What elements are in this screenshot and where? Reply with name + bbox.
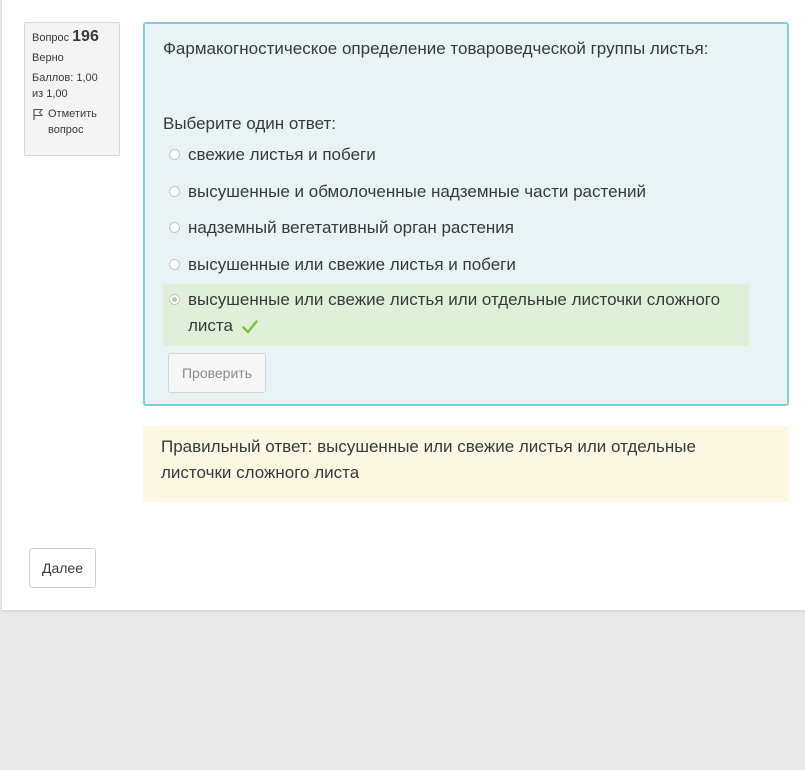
- right-answer-feedback: Правильный ответ: высушенные или свежие …: [143, 426, 789, 502]
- check-icon: [242, 316, 258, 342]
- answer-option-text: высушенные или свежие листья или отдельн…: [188, 287, 749, 342]
- answer-option[interactable]: надземный вегетативный орган растения: [163, 215, 749, 241]
- flag-question-label: Отметить вопрос: [48, 108, 97, 136]
- answer-option-label: надземный вегетативный орган растения: [188, 218, 515, 237]
- answer-option-label: свежие листья и побеги: [188, 145, 376, 164]
- answer-option[interactable]: свежие листья и побеги: [163, 142, 749, 168]
- flag-icon: [32, 106, 44, 126]
- next-button[interactable]: Далее: [29, 548, 96, 588]
- question-number-row: Вопрос 196: [32, 29, 112, 46]
- answer-option[interactable]: высушенные и обмолоченные надземные част…: [163, 179, 749, 205]
- answer-option-label: высушенные или свежие листья или отдельн…: [188, 290, 721, 335]
- answer-option[interactable]: высушенные или свежие листья и побеги: [163, 252, 749, 278]
- radio-button[interactable]: [169, 186, 180, 197]
- question-label: Вопрос: [32, 32, 70, 44]
- radio-button[interactable]: [169, 222, 180, 233]
- quiz-page: Вопрос 196 Верно Баллов: 1,00 из 1,00 От…: [2, 0, 805, 610]
- radio-button-selected[interactable]: [169, 294, 180, 305]
- answer-prompt: Выберите один ответ:: [163, 114, 336, 133]
- flag-question-link[interactable]: Отметить вопрос: [32, 106, 112, 138]
- question-box: Фармакогностическое определение товарове…: [143, 22, 789, 406]
- question-state: Верно: [32, 52, 64, 64]
- radio-button[interactable]: [169, 149, 180, 160]
- answer-option-selected[interactable]: высушенные или свежие листья или отдельн…: [163, 284, 749, 346]
- question-grade: Баллов: 1,00 из 1,00: [32, 72, 98, 100]
- question-info-panel: Вопрос 196 Верно Баллов: 1,00 из 1,00 От…: [24, 22, 120, 156]
- question-number: 196: [72, 28, 99, 45]
- answer-option-label: высушенные или свежие листья и побеги: [188, 255, 516, 274]
- radio-button[interactable]: [169, 259, 180, 270]
- check-button[interactable]: Проверить: [168, 353, 266, 393]
- question-text: Фармакогностическое определение товарове…: [163, 39, 709, 58]
- answer-option-label: высушенные и обмолоченные надземные част…: [188, 182, 646, 201]
